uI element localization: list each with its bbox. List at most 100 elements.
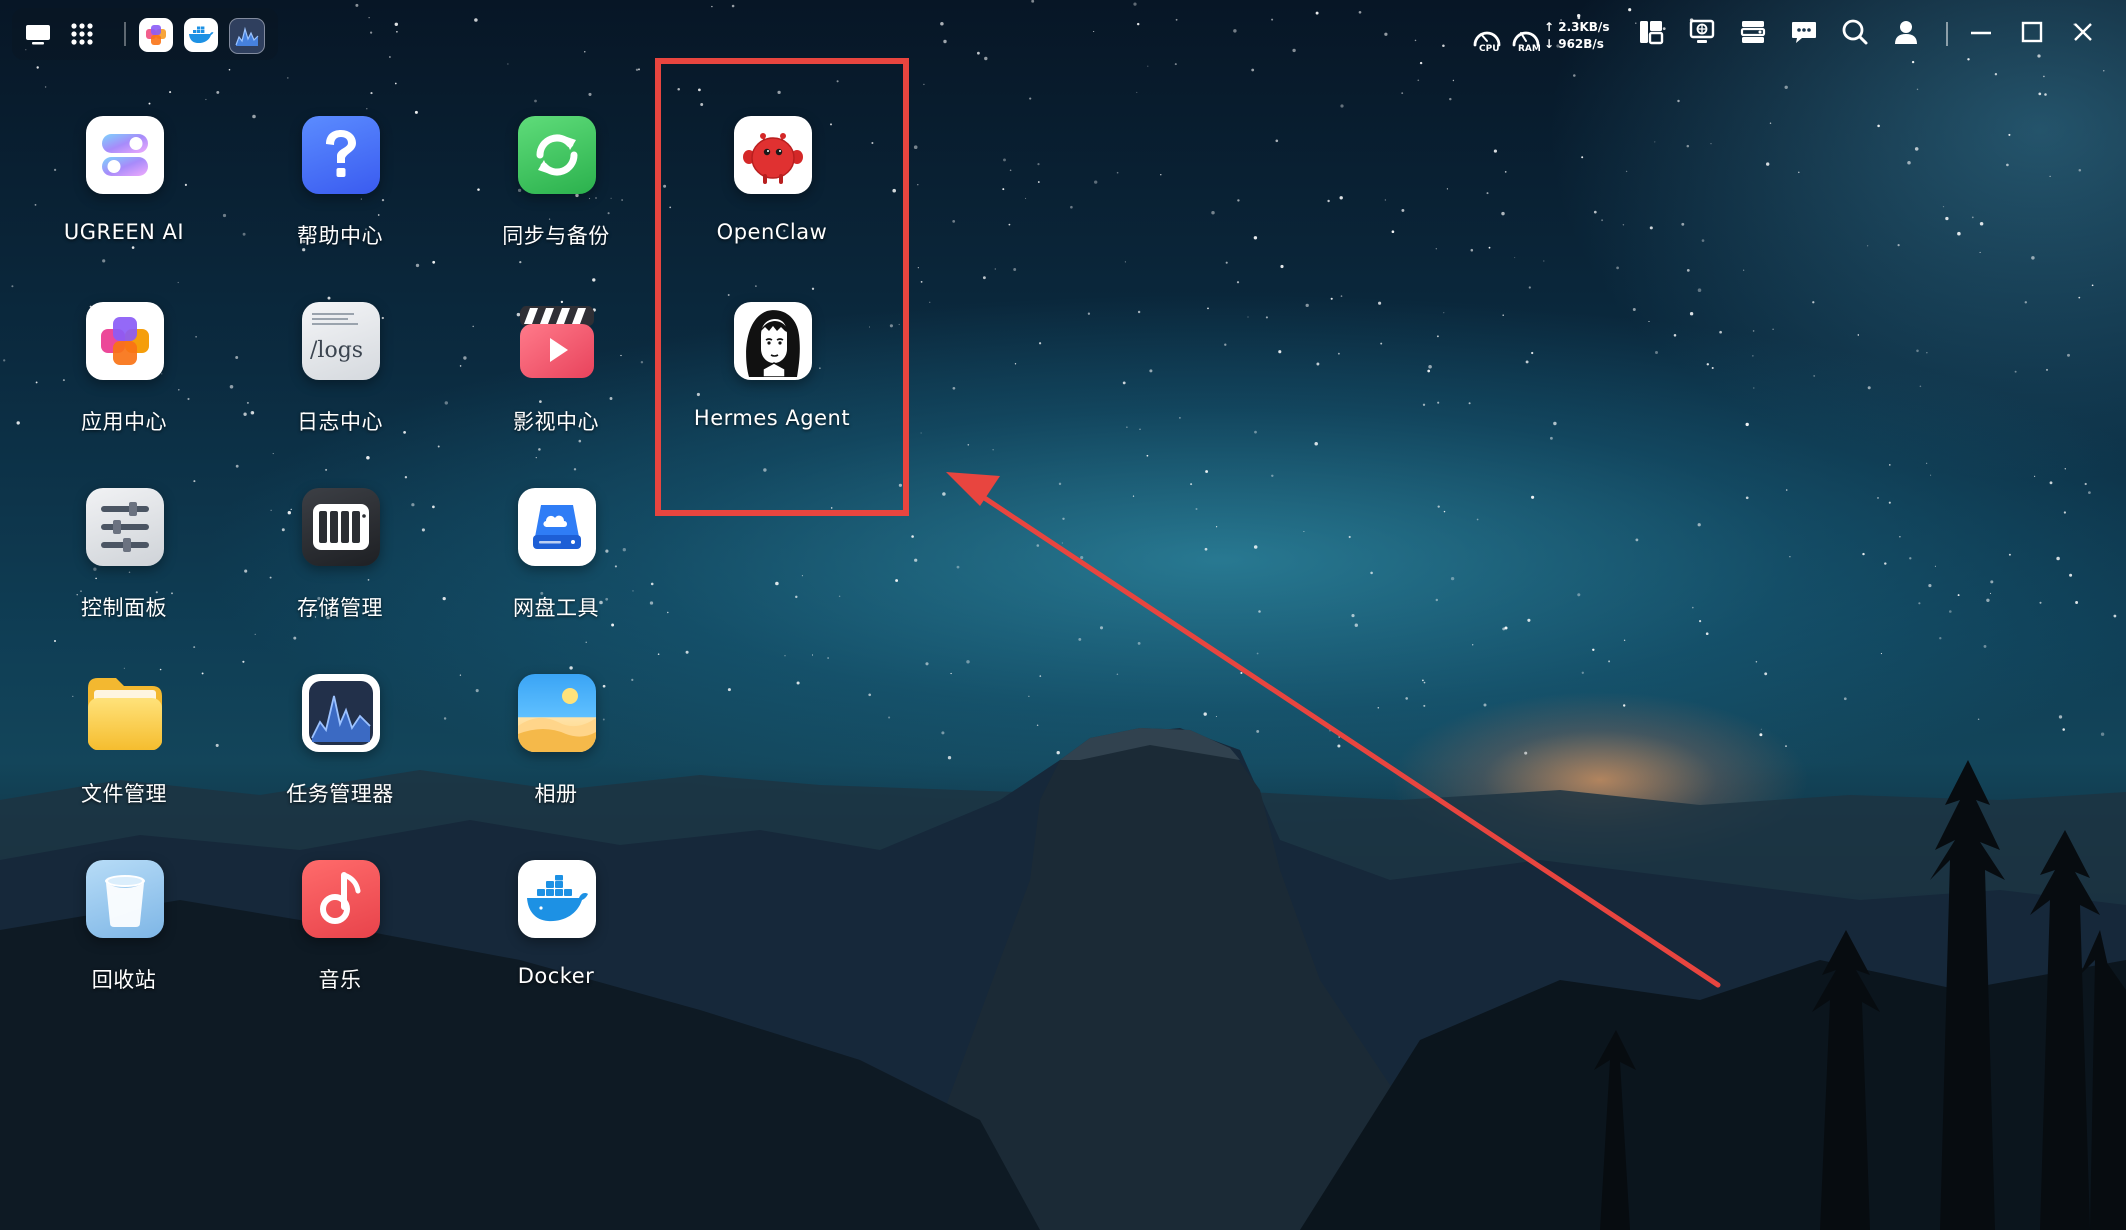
star bbox=[1124, 261, 1126, 263]
star bbox=[1625, 170, 1628, 173]
app-grid-button[interactable] bbox=[62, 14, 102, 54]
desktop-app-app-center[interactable]: 应用中心 bbox=[16, 302, 232, 462]
star bbox=[1916, 349, 1919, 353]
desktop-app-docker[interactable]: Docker bbox=[448, 860, 664, 1020]
star bbox=[1422, 679, 1424, 682]
ram-monitor[interactable]: RAM bbox=[1508, 18, 1544, 54]
taskbar-docker[interactable] bbox=[184, 18, 218, 52]
star bbox=[1514, 257, 1516, 259]
star bbox=[1524, 751, 1528, 755]
star bbox=[394, 82, 397, 85]
desktop-app-control-panel[interactable]: 控制面板 bbox=[16, 488, 232, 648]
star bbox=[1759, 733, 1763, 737]
app-label: 网盘工具 bbox=[513, 596, 599, 620]
star bbox=[1789, 556, 1791, 558]
desktop-app-file-manager[interactable]: 文件管理 bbox=[16, 674, 232, 834]
star bbox=[1812, 301, 1815, 304]
star bbox=[1437, 505, 1440, 508]
desktop-app-help-center[interactable]: 帮助中心 bbox=[232, 116, 448, 276]
star bbox=[1271, 18, 1274, 21]
server-status-button[interactable] bbox=[1735, 14, 1771, 50]
star bbox=[1772, 328, 1774, 330]
star bbox=[1785, 745, 1787, 747]
star bbox=[1116, 171, 1119, 174]
star bbox=[2091, 284, 2094, 287]
minimize-button[interactable] bbox=[1963, 14, 1999, 50]
star bbox=[943, 39, 947, 44]
star bbox=[1423, 704, 1426, 707]
star bbox=[1133, 2, 1137, 6]
app-label: 文件管理 bbox=[81, 782, 167, 806]
search-icon bbox=[1842, 19, 1868, 45]
widgets-button[interactable] bbox=[1633, 14, 1669, 50]
star bbox=[1087, 312, 1091, 315]
show-desktop-button[interactable] bbox=[18, 14, 58, 54]
star bbox=[1488, 246, 1491, 249]
star bbox=[1211, 210, 1215, 215]
desktop-app-video-center[interactable]: 影视中心 bbox=[448, 302, 664, 462]
desktop-app-music[interactable]: 音乐 bbox=[232, 860, 448, 1020]
remote-desktop-icon bbox=[1689, 19, 1715, 43]
star bbox=[1025, 197, 1027, 199]
close-button[interactable] bbox=[2065, 14, 2101, 50]
app-label: 任务管理器 bbox=[286, 782, 394, 806]
desktop-app-photos[interactable]: 相册 bbox=[448, 674, 664, 834]
star bbox=[1236, 281, 1240, 284]
star bbox=[956, 565, 960, 569]
star bbox=[1877, 496, 1879, 499]
user-button[interactable] bbox=[1888, 14, 1924, 50]
desktop-app-recycle-bin[interactable]: 回收站 bbox=[16, 860, 232, 1020]
star bbox=[925, 662, 929, 666]
star bbox=[1743, 269, 1745, 271]
star bbox=[685, 650, 689, 654]
star bbox=[1994, 73, 1998, 76]
star bbox=[1710, 143, 1712, 145]
desktop-app-storage-manager[interactable]: 存储管理 bbox=[232, 488, 448, 648]
star bbox=[1971, 216, 1974, 219]
desktop-app-ugreen-ai[interactable]: UGREEN AI bbox=[16, 116, 232, 276]
star bbox=[1934, 565, 1936, 567]
desktop-app-task-manager[interactable]: 任务管理器 bbox=[232, 674, 448, 834]
star bbox=[474, 18, 478, 22]
star bbox=[1271, 474, 1274, 478]
star bbox=[888, 716, 891, 719]
star bbox=[1601, 219, 1604, 222]
search-button[interactable] bbox=[1837, 14, 1873, 50]
cpu-monitor[interactable]: CPU bbox=[1469, 18, 1505, 54]
star bbox=[588, 92, 592, 96]
star bbox=[1215, 715, 1217, 718]
star bbox=[2014, 370, 2017, 373]
music-icon bbox=[302, 860, 380, 938]
widgets-icon bbox=[1640, 21, 1664, 45]
app-label: 同步与备份 bbox=[502, 224, 610, 248]
star bbox=[1543, 260, 1545, 262]
star bbox=[1225, 261, 1228, 264]
star bbox=[159, 668, 162, 671]
star bbox=[1028, 695, 1030, 697]
desktop-app-log-center[interactable]: /logs 日志中心 bbox=[232, 302, 448, 462]
star bbox=[1983, 644, 1987, 648]
star bbox=[1358, 10, 1362, 14]
star bbox=[1957, 594, 1960, 597]
taskbar-app-center[interactable] bbox=[139, 18, 173, 52]
star bbox=[1697, 523, 1701, 527]
star bbox=[1504, 171, 1507, 173]
star bbox=[1979, 222, 1984, 226]
maximize-button[interactable] bbox=[2014, 14, 2050, 50]
taskbar-task-manager[interactable] bbox=[229, 18, 265, 54]
messages-button[interactable] bbox=[1786, 14, 1822, 50]
star bbox=[2113, 614, 2117, 618]
chat-icon bbox=[1792, 22, 1816, 43]
desktop-app-sync-backup[interactable]: 同步与备份 bbox=[448, 116, 664, 276]
star bbox=[1014, 363, 1017, 365]
star bbox=[1122, 381, 1126, 385]
star bbox=[1139, 428, 1141, 430]
desktop-app-cloud-drive[interactable]: 网盘工具 bbox=[448, 488, 664, 648]
star bbox=[396, 30, 398, 33]
star bbox=[1008, 223, 1011, 226]
remote-desktop-button[interactable] bbox=[1684, 14, 1720, 50]
star bbox=[966, 660, 970, 664]
star bbox=[1203, 712, 1207, 716]
star bbox=[1673, 334, 1677, 337]
star bbox=[569, 666, 573, 670]
